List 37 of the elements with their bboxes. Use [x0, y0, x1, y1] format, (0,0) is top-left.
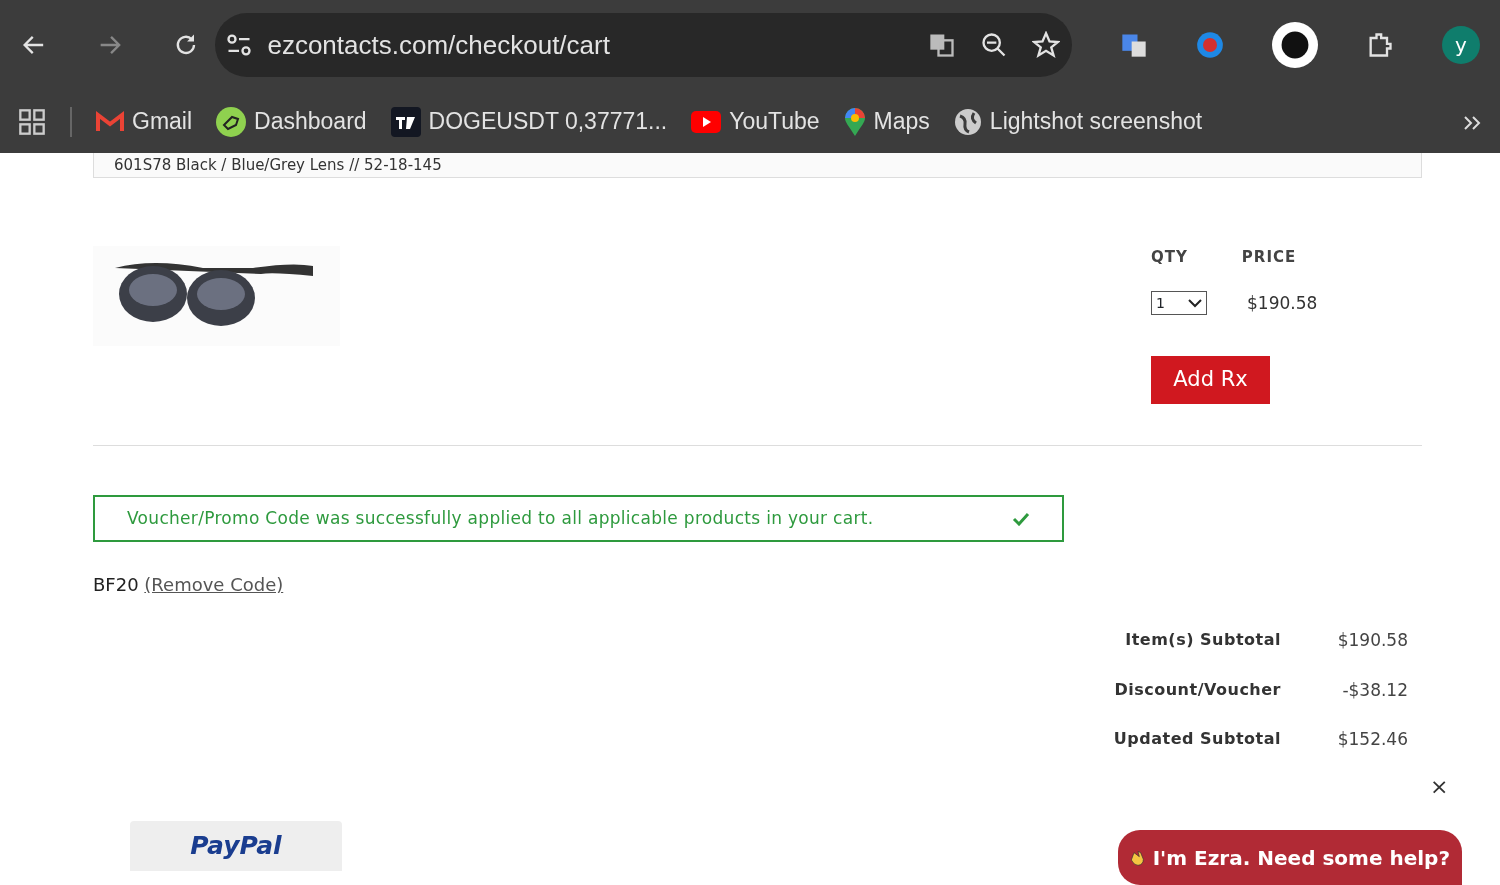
total-label: Updated Subtotal: [1112, 728, 1281, 750]
play-icon: [691, 110, 722, 133]
quantity-select[interactable]: 1: [1151, 291, 1207, 316]
column-header: PRICE: [1241, 247, 1297, 268]
chat-button[interactable]: I'm Ezra. Need some help?: [1118, 830, 1462, 885]
total-value: $152.46: [1336, 728, 1408, 751]
price-text: $190.58: [1247, 291, 1318, 315]
alert-message: Voucher/Promo Code was successfully applied to all applicable products in your cart.: [127, 506, 874, 530]
bookmark[interactable]: Lightshot screenshot: [953, 104, 1203, 139]
bookmark[interactable]: Dashboard: [216, 104, 367, 139]
mail-icon: [96, 110, 124, 133]
bookmark[interactable]: YouTube: [691, 104, 820, 139]
remove-code-link[interactable]: (Remove Code): [144, 574, 284, 595]
total-value: $190.58: [1336, 629, 1408, 652]
bookmark[interactable]: Maps: [843, 104, 930, 139]
chart-logo-icon: [390, 106, 421, 137]
bookmark[interactable]: DOGEUSDT 0,37771...: [390, 104, 668, 139]
promo-code: BF20: [93, 574, 139, 595]
paypal-button[interactable]: PayPal: [130, 820, 342, 871]
map-pin-icon: [843, 106, 866, 137]
total-label: Item(s) Subtotal: [1124, 629, 1281, 651]
apps-icon[interactable]: [18, 107, 46, 136]
caret-icon: [1188, 298, 1202, 309]
close-icon[interactable]: ×: [1430, 776, 1449, 798]
total-label: Discount/Voucher: [1113, 678, 1281, 701]
star-icon[interactable]: [1032, 31, 1060, 59]
item-description: 601S78 Black / Blue/Grey Lens // 52-18-145: [114, 157, 442, 173]
total-value: -$38.12: [1341, 678, 1408, 702]
bookmark[interactable]: Gmail: [96, 104, 193, 139]
check-icon: [1012, 511, 1030, 526]
column-header: QTY: [1151, 247, 1188, 268]
tag-icon: [216, 106, 247, 137]
zoom-out-icon[interactable]: [980, 31, 1008, 59]
profile-avatar[interactable]: y: [1442, 26, 1480, 64]
address-bar[interactable]: ezcontacts.com/checkout/cart: [215, 13, 1072, 77]
url-text: ezcontacts.com/checkout/cart: [267, 28, 610, 62]
add-rx-button[interactable]: Add Rx: [1151, 356, 1270, 404]
